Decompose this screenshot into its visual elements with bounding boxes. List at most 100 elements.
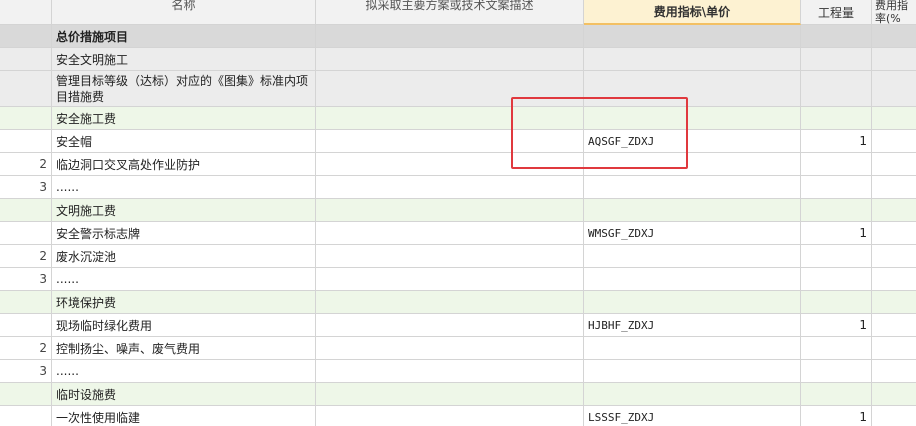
name-cell[interactable]: 安全施工费: [52, 107, 316, 130]
quantity-cell[interactable]: [801, 199, 872, 222]
quantity-cell[interactable]: 1: [801, 222, 872, 245]
name-cell[interactable]: 环境保护费: [52, 291, 316, 314]
name-cell[interactable]: 临边洞口交叉高处作业防护: [52, 153, 316, 176]
quantity-cell[interactable]: [801, 337, 872, 360]
quantity-cell[interactable]: [801, 153, 872, 176]
quantity-cell[interactable]: [801, 268, 872, 291]
rate-cell[interactable]: [872, 199, 916, 222]
rate-cell[interactable]: [872, 314, 916, 337]
header-cost-index[interactable]: 费用指标\单价: [584, 0, 801, 25]
rate-cell[interactable]: [872, 337, 916, 360]
description-cell[interactable]: [316, 176, 584, 199]
row-index-cell[interactable]: [0, 130, 52, 153]
header-description[interactable]: 拟采取主要方案或技术文案描述: [316, 0, 584, 25]
description-cell[interactable]: [316, 360, 584, 383]
quantity-cell[interactable]: [801, 25, 872, 48]
name-cell[interactable]: 安全文明施工: [52, 48, 316, 71]
quantity-cell[interactable]: [801, 48, 872, 71]
name-cell[interactable]: 控制扬尘、噪声、废气费用: [52, 337, 316, 360]
cost-index-cell[interactable]: HJBHF_ZDXJ: [584, 314, 801, 337]
table-row[interactable]: 现场临时绿化费用 HJBHF_ZDXJ 1: [0, 314, 916, 337]
row-index-cell[interactable]: [0, 107, 52, 130]
row-index-cell[interactable]: 2: [0, 245, 52, 268]
cost-index-cell[interactable]: [584, 48, 801, 71]
description-cell[interactable]: [316, 153, 584, 176]
rate-cell[interactable]: [872, 245, 916, 268]
category-row[interactable]: 临时设施费: [0, 383, 916, 406]
rate-cell[interactable]: [872, 291, 916, 314]
header-name[interactable]: 名称: [52, 0, 316, 25]
cost-index-cell[interactable]: [584, 360, 801, 383]
table-row[interactable]: 一次性使用临建 LSSSF_ZDXJ 1: [0, 406, 916, 426]
description-cell[interactable]: [316, 25, 584, 48]
cost-index-cell[interactable]: LSSSF_ZDXJ: [584, 406, 801, 426]
row-index-cell[interactable]: [0, 383, 52, 406]
name-cell[interactable]: ......: [52, 360, 316, 383]
description-cell[interactable]: [316, 48, 584, 71]
table-row[interactable]: 2 临边洞口交叉高处作业防护: [0, 153, 916, 176]
cost-index-cell[interactable]: [584, 153, 801, 176]
description-cell[interactable]: [316, 406, 584, 426]
row-index-cell[interactable]: 2: [0, 337, 52, 360]
name-cell[interactable]: 安全帽: [52, 130, 316, 153]
table-row[interactable]: 2 控制扬尘、噪声、废气费用: [0, 337, 916, 360]
quantity-cell[interactable]: 1: [801, 406, 872, 426]
cost-index-cell[interactable]: [584, 176, 801, 199]
name-cell[interactable]: 管理目标等级（达标）对应的《图集》标准内项目措施费: [52, 71, 316, 107]
rate-cell[interactable]: [872, 25, 916, 48]
table-row[interactable]: 安全帽 AQSGF_ZDXJ 1: [0, 130, 916, 153]
header-rate[interactable]: 费用指 率(%: [872, 0, 916, 25]
cost-index-cell[interactable]: [584, 25, 801, 48]
quantity-cell[interactable]: [801, 176, 872, 199]
row-index-cell[interactable]: 3: [0, 176, 52, 199]
table-row[interactable]: 3......: [0, 268, 916, 291]
rate-cell[interactable]: [872, 383, 916, 406]
rate-cell[interactable]: [872, 222, 916, 245]
name-cell[interactable]: 临时设施费: [52, 383, 316, 406]
name-cell[interactable]: ......: [52, 176, 316, 199]
cost-index-cell[interactable]: [584, 71, 801, 107]
category-row[interactable]: 环境保护费: [0, 291, 916, 314]
row-index-cell[interactable]: [0, 291, 52, 314]
row-index-cell[interactable]: [0, 71, 52, 107]
cost-index-cell[interactable]: WMSGF_ZDXJ: [584, 222, 801, 245]
description-cell[interactable]: [316, 291, 584, 314]
quantity-cell[interactable]: [801, 107, 872, 130]
row-index-cell[interactable]: 3: [0, 360, 52, 383]
quantity-cell[interactable]: [801, 245, 872, 268]
rate-cell[interactable]: [872, 153, 916, 176]
cost-index-cell[interactable]: [584, 245, 801, 268]
category-row[interactable]: 安全施工费: [0, 107, 916, 130]
row-index-cell[interactable]: [0, 222, 52, 245]
quantity-cell[interactable]: 1: [801, 314, 872, 337]
rate-cell[interactable]: [872, 406, 916, 426]
cost-index-cell[interactable]: AQSGF_ZDXJ: [584, 130, 801, 153]
category-row[interactable]: 安全文明施工: [0, 48, 916, 71]
name-cell[interactable]: 废水沉淀池: [52, 245, 316, 268]
description-cell[interactable]: [316, 383, 584, 406]
table-row[interactable]: 2 废水沉淀池: [0, 245, 916, 268]
quantity-cell[interactable]: [801, 71, 872, 107]
quantity-cell[interactable]: [801, 383, 872, 406]
rate-cell[interactable]: [872, 71, 916, 107]
table-row[interactable]: 3......: [0, 360, 916, 383]
category-row[interactable]: 管理目标等级（达标）对应的《图集》标准内项目措施费: [0, 71, 916, 107]
group-row[interactable]: 总价措施项目: [0, 25, 916, 48]
cost-index-cell[interactable]: [584, 268, 801, 291]
name-cell[interactable]: 现场临时绿化费用: [52, 314, 316, 337]
row-index-cell[interactable]: 3: [0, 268, 52, 291]
row-index-cell[interactable]: [0, 48, 52, 71]
cost-index-cell[interactable]: [584, 337, 801, 360]
description-cell[interactable]: [316, 71, 584, 107]
description-cell[interactable]: [316, 268, 584, 291]
quantity-cell[interactable]: [801, 360, 872, 383]
rate-cell[interactable]: [872, 176, 916, 199]
name-cell[interactable]: 总价措施项目: [52, 25, 316, 48]
cost-index-cell[interactable]: [584, 107, 801, 130]
quantity-cell[interactable]: [801, 291, 872, 314]
header-quantity[interactable]: 工程量: [801, 0, 872, 25]
row-index-cell[interactable]: [0, 199, 52, 222]
table-row[interactable]: 安全警示标志牌 WMSGF_ZDXJ 1: [0, 222, 916, 245]
cost-index-cell[interactable]: [584, 199, 801, 222]
name-cell[interactable]: 安全警示标志牌: [52, 222, 316, 245]
